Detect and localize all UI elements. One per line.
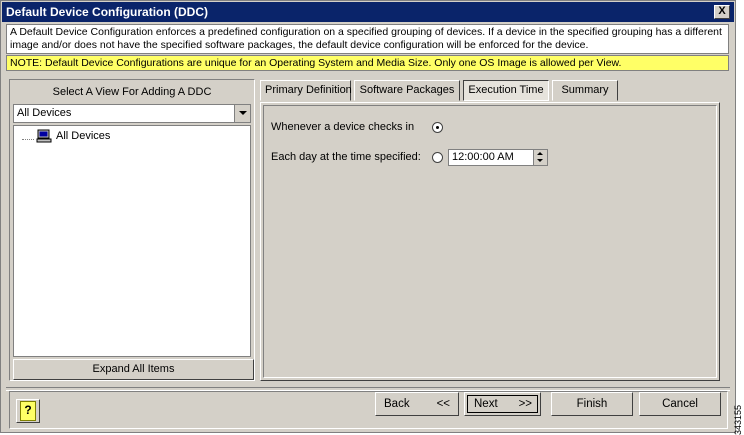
next-arrows-icon: >> xyxy=(518,398,532,410)
tab-summary[interactable]: Summary xyxy=(552,80,618,101)
tree-item-label: All Devices xyxy=(56,130,111,142)
view-selection-label: Select A View For Adding A DDC xyxy=(52,86,212,98)
time-spinner[interactable] xyxy=(533,150,547,165)
spin-down-icon[interactable] xyxy=(537,159,543,162)
tab-execution-time[interactable]: Execution Time xyxy=(463,80,549,101)
view-selection-panel: Select A View For Adding A DDC All Devic… xyxy=(9,79,255,381)
time-value: 12:00:00 AM xyxy=(452,151,514,163)
close-icon: X xyxy=(718,5,726,17)
description-text: A Default Device Configuration enforces … xyxy=(6,24,729,54)
view-dropdown-value: All Devices xyxy=(17,107,72,119)
computer-icon xyxy=(36,129,52,143)
device-tree: All Devices xyxy=(13,125,251,357)
next-label: Next xyxy=(474,398,498,410)
time-option-label: Each day at the time specified: xyxy=(271,151,421,163)
help-icon: ? xyxy=(20,401,36,421)
tree-item-all-devices[interactable]: All Devices xyxy=(22,129,110,143)
tab-primary-definition[interactable]: Primary Definition xyxy=(260,80,352,101)
dropdown-arrow-icon[interactable] xyxy=(234,105,250,122)
execution-time-panel: Whenever a device checks in Each day at … xyxy=(260,102,720,381)
back-button[interactable]: Back << xyxy=(375,392,459,416)
time-radio[interactable] xyxy=(432,152,443,163)
cancel-button[interactable]: Cancel xyxy=(639,392,721,416)
help-button[interactable]: ? xyxy=(16,399,40,423)
tab-software-packages[interactable]: Software Packages xyxy=(354,80,460,101)
checkin-option-label: Whenever a device checks in xyxy=(271,121,415,133)
view-dropdown[interactable]: All Devices xyxy=(13,104,251,123)
back-arrows-icon: << xyxy=(436,398,450,410)
back-label: Back xyxy=(384,398,410,410)
expand-all-button[interactable]: Expand All Items xyxy=(13,359,254,380)
checkin-radio[interactable] xyxy=(432,122,443,133)
close-button[interactable]: X xyxy=(714,5,730,19)
spin-up-icon[interactable] xyxy=(537,152,543,155)
ddc-dialog-window: Default Device Configuration (DDC) X A D… xyxy=(0,0,736,433)
tree-connector xyxy=(22,133,34,140)
window-title: Default Device Configuration (DDC) xyxy=(6,5,209,19)
button-bar: ? Back << Next >> Finish Cancel xyxy=(9,391,728,429)
next-button[interactable]: Next >> xyxy=(464,392,541,416)
execution-time-content: Whenever a device checks in Each day at … xyxy=(263,105,717,378)
title-bar[interactable]: Default Device Configuration (DDC) X xyxy=(2,2,734,22)
figure-id: 343155 xyxy=(733,404,743,435)
note-text: NOTE: Default Device Configurations are … xyxy=(6,55,729,71)
finish-button[interactable]: Finish xyxy=(551,392,633,416)
time-input[interactable]: 12:00:00 AM xyxy=(448,149,548,166)
